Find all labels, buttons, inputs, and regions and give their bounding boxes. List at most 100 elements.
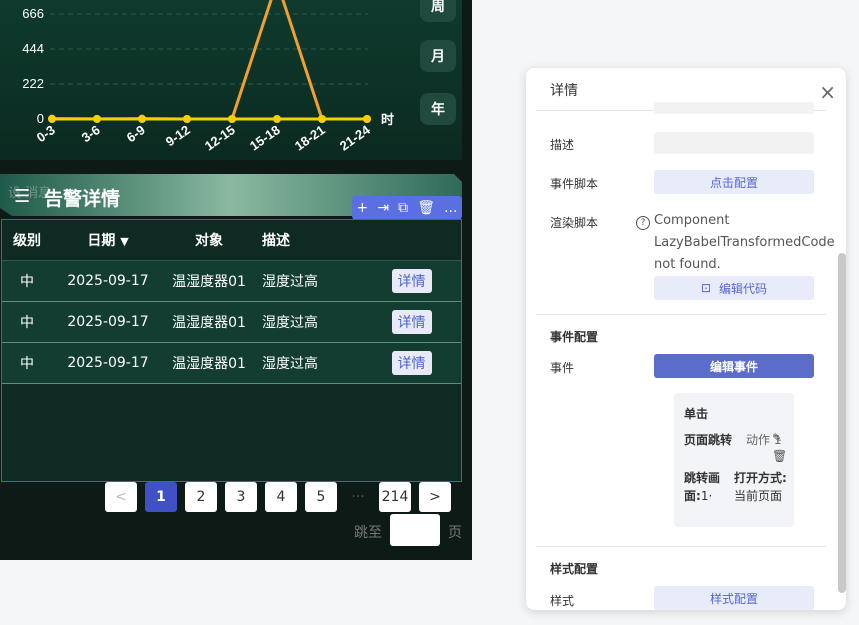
edit-action-icon[interactable]: ✎ xyxy=(772,431,782,445)
x-tick-label: 15-18 xyxy=(247,122,283,153)
cell-desc: 湿度过高 xyxy=(262,274,318,290)
column-level: 级别 xyxy=(13,233,41,249)
style-label: 样式 xyxy=(550,594,575,608)
yellow-series-point xyxy=(138,115,146,123)
jump-label: 跳至 xyxy=(354,525,382,541)
range-year-button[interactable]: 年 xyxy=(420,93,456,125)
x-tick-label: 6-9 xyxy=(124,122,148,145)
table-header: 级别 日期 ▼ 对象 描述 xyxy=(2,220,461,261)
page-5-button[interactable]: 5 xyxy=(305,482,337,512)
jump-screen-value: 1· xyxy=(700,489,713,503)
divider xyxy=(536,546,826,547)
column-date-label: 日期 xyxy=(87,233,116,249)
jump-page-input[interactable] xyxy=(390,514,440,546)
yellow-series-point xyxy=(48,115,56,123)
cell-target: 温湿度器01 xyxy=(172,356,246,372)
column-desc: 描述 xyxy=(262,233,290,249)
cell-date: 2025-09-17 xyxy=(67,273,149,289)
cell-level: 中 xyxy=(20,356,34,372)
edit-code-button[interactable]: ⊡ 编辑代码 xyxy=(654,276,814,300)
cell-desc: 湿度过高 xyxy=(262,356,318,372)
jump-unit: 页 xyxy=(448,525,462,541)
prev-field[interactable] xyxy=(654,102,814,114)
event-card: 单击 页面跳转 动作 1 ✎ 🗑 跳转画面:1· 打开方式:当前页面 xyxy=(674,393,794,527)
panel-scrollbar[interactable] xyxy=(838,253,846,593)
sort-down-icon[interactable]: ▼ xyxy=(120,235,128,248)
event-script-config-button[interactable]: 点击配置 xyxy=(654,170,814,194)
detail-button[interactable]: 详情 xyxy=(391,269,432,293)
yellow-series-point xyxy=(228,115,236,123)
delete-action-icon[interactable]: 🗑 xyxy=(772,449,787,463)
alarm-title: 告警详情 xyxy=(44,188,121,210)
close-icon[interactable]: × xyxy=(819,80,836,104)
desc-label: 描述 xyxy=(550,138,575,152)
next-page-button[interactable]: > xyxy=(419,482,451,512)
cell-date: 2025-09-17 xyxy=(67,314,149,330)
column-date[interactable]: 日期 ▼ xyxy=(52,230,164,250)
event-card-title: 单击 xyxy=(684,407,709,421)
style-config-title: 样式配置 xyxy=(550,562,599,576)
more-icon[interactable]: ... xyxy=(444,200,457,216)
detail-button[interactable]: 详情 xyxy=(391,310,432,334)
edit-event-button[interactable]: 编辑事件 xyxy=(654,354,814,378)
cell-date: 2025-09-17 xyxy=(67,355,149,371)
export-icon[interactable]: ⇥ xyxy=(377,200,389,216)
delete-icon[interactable]: 🗑 xyxy=(417,200,435,216)
table-row: 中 2025-09-17 温湿度器01 湿度过高 详情 xyxy=(2,302,461,343)
cell-level: 中 xyxy=(20,315,34,331)
detail-panel: 详情 × 描述 事件脚本 点击配置 渲染脚本 ? Component LazyB… xyxy=(526,68,846,610)
x-tick-label: 12-15 xyxy=(202,122,238,153)
yellow-series-point xyxy=(273,115,281,123)
x-unit-label: 时 xyxy=(381,112,394,128)
detail-button[interactable]: 详情 xyxy=(391,351,432,375)
y-tick-label: 666 xyxy=(22,6,44,21)
edit-code-label: 编辑代码 xyxy=(719,281,768,296)
cell-target: 温湿度器01 xyxy=(172,315,246,331)
help-icon[interactable]: ? xyxy=(636,216,650,230)
page-last-button[interactable]: 214 xyxy=(379,482,411,512)
page-1-button[interactable]: 1 xyxy=(145,482,177,512)
page-4-button[interactable]: 4 xyxy=(265,482,297,512)
render-script-message: Component LazyBabelTransformedCode not f… xyxy=(654,213,835,272)
yellow-series-point xyxy=(93,115,101,123)
y-tick-label: 222 xyxy=(22,76,44,91)
cell-level: 中 xyxy=(20,274,34,290)
line-chart-panel: 666 444 222 0 0-3 3-6 6-9 9-12 12-15 15-18 18-21 21… xyxy=(0,0,462,160)
open-mode: 打开方式: 当前页面 xyxy=(734,469,788,505)
desc-field[interactable] xyxy=(654,132,814,154)
y-tick-label: 444 xyxy=(22,41,44,56)
pagination: < 1 2 3 4 5 ··· 214 > xyxy=(105,482,451,514)
yellow-series-point xyxy=(318,115,326,123)
prev-page-button[interactable]: < xyxy=(105,482,137,512)
page-3-button[interactable]: 3 xyxy=(225,482,257,512)
table-row: 中 2025-09-17 温湿度器01 湿度过高 详情 xyxy=(2,261,461,302)
action-value-text: 动作 1 xyxy=(746,433,782,447)
page-2-button[interactable]: 2 xyxy=(185,482,217,512)
render-script-label: 渲染脚本 xyxy=(550,216,599,230)
x-tick-label: 21-24 xyxy=(337,122,373,154)
orange-series-line xyxy=(51,0,367,121)
add-icon[interactable]: + xyxy=(357,200,369,216)
yellow-series-point xyxy=(363,115,371,123)
code-icon: ⊡ xyxy=(700,281,712,295)
list-icon: ☰ xyxy=(14,186,31,207)
page-ellipsis[interactable]: ··· xyxy=(345,482,371,512)
style-config-button[interactable]: 样式配置 xyxy=(654,586,814,610)
x-tick-label: 3-6 xyxy=(79,122,103,145)
event-label: 事件 xyxy=(550,361,575,375)
column-target: 对象 xyxy=(195,233,223,249)
x-tick-label: 18-21 xyxy=(292,122,328,153)
line-chart: 66644422200-3 3-6 6-9 9-12 12-15 15-18 18-21 21… xyxy=(22,0,394,154)
range-month-button[interactable]: 月 xyxy=(420,40,456,72)
yellow-series-point xyxy=(183,115,191,123)
copy-icon[interactable]: ⧉ xyxy=(398,200,408,216)
cell-target: 温湿度器01 xyxy=(172,274,246,290)
event-script-label: 事件脚本 xyxy=(550,177,599,191)
dashboard-canvas: 666 444 222 0 0-3 3-6 6-9 9-12 12-15 15-18 18-21 21… xyxy=(0,0,472,560)
open-mode-value: 当前页面 xyxy=(734,489,783,503)
table-row: 中 2025-09-17 温湿度器01 湿度过高 详情 xyxy=(2,343,461,384)
range-week-button[interactable]: 周 xyxy=(420,0,456,22)
jump-screen: 跳转画面:1· xyxy=(684,469,728,505)
open-mode-label: 打开方式: xyxy=(734,471,787,485)
panel-title: 详情 xyxy=(550,83,578,99)
